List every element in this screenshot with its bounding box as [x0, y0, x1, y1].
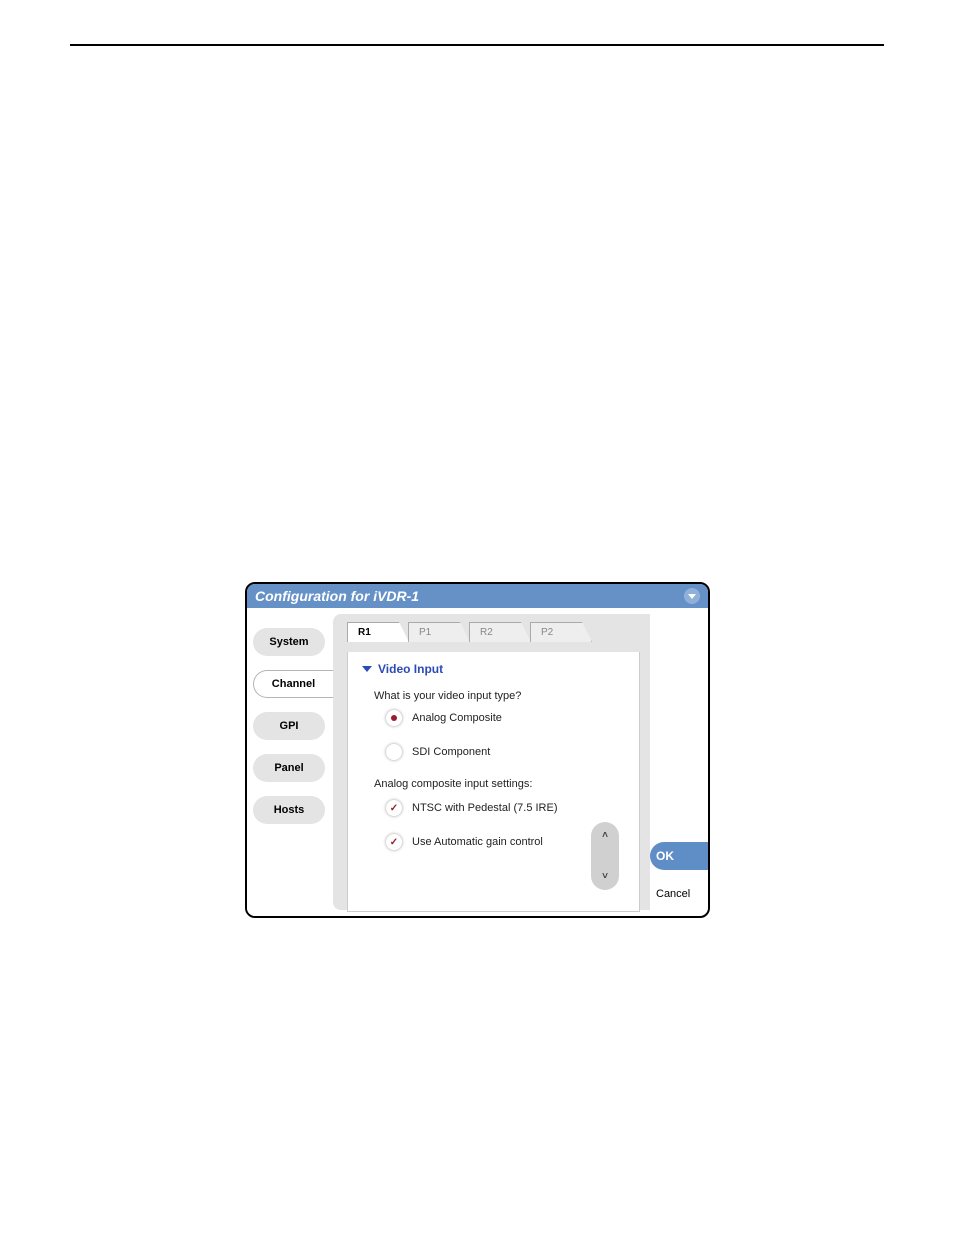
- radio-label: SDI Component: [412, 746, 490, 758]
- radio-sdi-component[interactable]: SDI Component: [386, 744, 625, 760]
- dialog-title: Configuration for iVDR-1: [255, 584, 419, 608]
- checkbox-icon: ✓: [386, 800, 402, 816]
- chevron-down-icon: [687, 591, 697, 601]
- analog-settings-heading: Analog composite input settings:: [374, 778, 625, 790]
- scroll-down-button[interactable]: ˅: [602, 871, 608, 882]
- sidebar-item-hosts[interactable]: Hosts: [253, 796, 325, 824]
- sidebar-item-system[interactable]: System: [253, 628, 325, 656]
- scroll-up-button[interactable]: ˄: [602, 830, 608, 841]
- video-input-question: What is your video input type?: [374, 690, 625, 702]
- tabpage-r1: Video Input What is your video input typ…: [347, 652, 640, 912]
- sidebar-item-channel[interactable]: Channel: [253, 670, 333, 698]
- sidebar-item-panel[interactable]: Panel: [253, 754, 325, 782]
- tab-p1[interactable]: P1: [408, 622, 470, 642]
- config-dialog: Configuration for iVDR-1 System Channel …: [245, 582, 710, 918]
- check-auto-gain[interactable]: ✓ Use Automatic gain control: [386, 834, 625, 850]
- section-title: Video Input: [378, 662, 443, 676]
- titlebar: Configuration for iVDR-1: [247, 584, 708, 608]
- radio-analog-composite[interactable]: Analog Composite: [386, 710, 625, 726]
- cancel-button[interactable]: Cancel: [650, 888, 690, 900]
- checkbox-icon: ✓: [386, 834, 402, 850]
- dialog-body: System Channel GPI Panel Hosts R1 P1 R2 …: [247, 608, 708, 916]
- radio-icon: [386, 744, 402, 760]
- check-ntsc-pedestal[interactable]: ✓ NTSC with Pedestal (7.5 IRE): [386, 800, 625, 816]
- tab-r2[interactable]: R2: [469, 622, 531, 642]
- ok-button[interactable]: OK: [650, 842, 708, 870]
- tabrow: R1 P1 R2 P2: [347, 622, 640, 642]
- sidebar: System Channel GPI Panel Hosts: [247, 608, 333, 916]
- action-column: OK Cancel: [650, 608, 708, 916]
- radio-label: Analog Composite: [412, 712, 502, 724]
- radio-icon: [386, 710, 402, 726]
- scroll-capsule: ˄ ˅: [591, 822, 619, 890]
- sidebar-item-gpi[interactable]: GPI: [253, 712, 325, 740]
- tab-r1[interactable]: R1: [347, 622, 409, 642]
- check-label: NTSC with Pedestal (7.5 IRE): [412, 802, 558, 814]
- content-panel: R1 P1 R2 P2 Video Input What is your vid…: [333, 614, 650, 910]
- check-label: Use Automatic gain control: [412, 836, 543, 848]
- page-divider: [70, 44, 884, 46]
- disclosure-triangle-icon: [362, 666, 372, 672]
- titlebar-dropdown-button[interactable]: [684, 588, 700, 604]
- tab-p2[interactable]: P2: [530, 622, 592, 642]
- section-header-video-input[interactable]: Video Input: [362, 662, 625, 676]
